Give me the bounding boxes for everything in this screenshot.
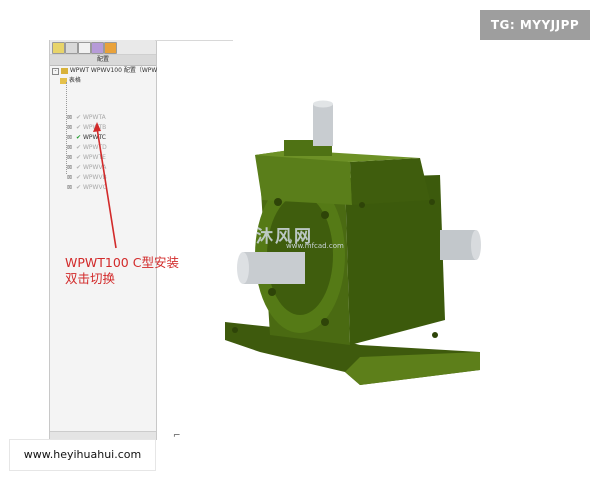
base-plate-top [345, 352, 480, 385]
watermark-sub: www.mfcad.com [286, 242, 344, 250]
bolt [232, 327, 238, 333]
left-shaft-end [237, 252, 249, 284]
bolt [359, 202, 365, 208]
bolt [321, 318, 329, 326]
website-tag: www.heyihuahui.com [10, 440, 155, 470]
top-shaft [313, 104, 333, 146]
annotation-line-2: 双击切换 [65, 271, 116, 286]
bolt [432, 332, 438, 338]
bolt [429, 199, 435, 205]
annotation-text: WPWT100 C型安装 双击切换 [65, 255, 179, 287]
bolt [268, 288, 276, 296]
arrow-head [93, 122, 101, 132]
cursor-icon: ⌐ [173, 431, 181, 441]
top-shaft-end [313, 100, 333, 108]
annotation-line-1: WPWT100 C型安装 [65, 255, 179, 270]
right-shaft-end [471, 230, 481, 260]
right-shaft [440, 230, 476, 260]
bolt [321, 211, 329, 219]
upper-housing-side [350, 158, 430, 205]
contact-tag: TG: MYYJJPP [480, 10, 590, 40]
bolt [274, 198, 282, 206]
left-shaft [243, 252, 305, 284]
annotation-arrow [96, 127, 117, 249]
